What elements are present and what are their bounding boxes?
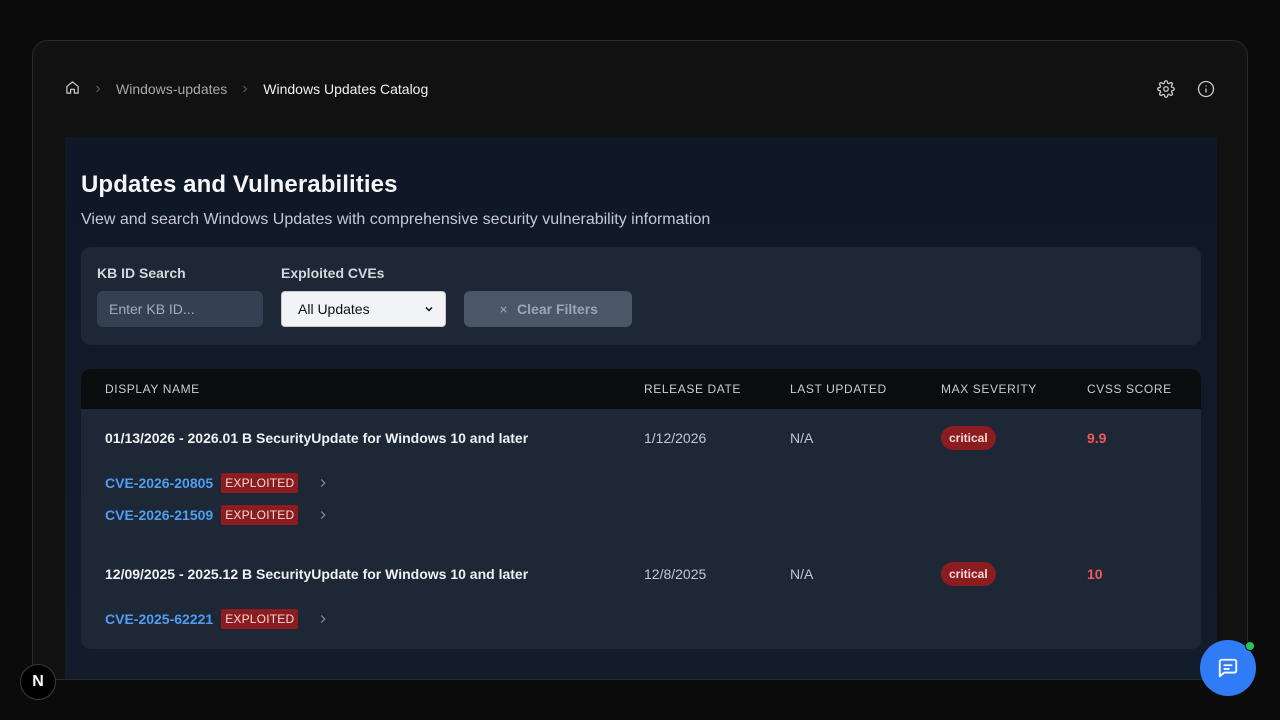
breadcrumb-item-catalog: Windows Updates Catalog [263, 81, 429, 97]
chevron-right-icon [92, 83, 104, 95]
table-row[interactable]: 01/13/2026 - 2026.01 B SecurityUpdate fo… [81, 409, 1201, 545]
header-last-updated[interactable]: LAST UPDATED [790, 382, 941, 396]
clear-filters-button[interactable]: Clear Filters [464, 291, 632, 327]
last-updated: N/A [790, 430, 814, 446]
table-row[interactable]: 12/09/2025 - 2025.12 B SecurityUpdate fo… [81, 545, 1201, 649]
last-updated: N/A [790, 566, 814, 582]
cvss-score: 9.9 [1087, 430, 1107, 446]
release-date: 12/8/2025 [644, 566, 707, 582]
page-subtitle: View and search Windows Updates with com… [81, 211, 711, 228]
list-item: CVE-2025-62221 EXPLOITED [105, 603, 1201, 635]
cve-list: CVE-2025-62221 EXPLOITED [105, 603, 1201, 649]
cvss-score: 10 [1087, 566, 1103, 582]
clear-filters-label: Clear Filters [517, 301, 598, 317]
release-date: 1/12/2026 [644, 430, 707, 446]
chat-button[interactable] [1200, 640, 1256, 696]
table-header: DISPLAY NAME RELEASE DATE LAST UPDATED M… [81, 369, 1201, 409]
exploited-badge: EXPLOITED [221, 505, 299, 525]
header-cvss-score[interactable]: CVSS SCORE [1087, 382, 1187, 396]
breadcrumb-item-windows-updates[interactable]: Windows-updates [116, 81, 227, 97]
update-name: 12/09/2025 - 2025.12 B SecurityUpdate fo… [105, 566, 529, 582]
top-bar: Windows-updates Windows Updates Catalog [33, 41, 1247, 137]
chevron-right-icon[interactable] [316, 612, 330, 626]
header-display-name[interactable]: DISPLAY NAME [105, 382, 644, 396]
list-item: CVE-2026-21509 EXPLOITED [105, 499, 1201, 531]
exploited-badge: EXPLOITED [221, 473, 299, 493]
severity-cell: critical [941, 562, 1087, 586]
online-status-dot [1245, 641, 1255, 651]
exploited-cves-label: Exploited CVEs [281, 265, 385, 281]
exploited-badge: EXPLOITED [221, 609, 299, 629]
breadcrumb: Windows-updates Windows Updates Catalog [65, 80, 428, 98]
row-main: 12/09/2025 - 2025.12 B SecurityUpdate fo… [105, 545, 1201, 603]
update-name: 01/13/2026 - 2026.01 B SecurityUpdate fo… [105, 430, 529, 446]
main-content: Updates and Vulnerabilities View and sea… [65, 137, 1217, 679]
filters-panel: KB ID Search Exploited CVEs All Updates … [81, 247, 1201, 345]
cve-list: CVE-2026-20805 EXPLOITED CVE-2026-21509 … [105, 467, 1201, 545]
app-window: Windows-updates Windows Updates Catalog … [32, 40, 1248, 680]
home-icon[interactable] [65, 80, 80, 98]
severity-cell: critical [941, 426, 1087, 450]
exploited-cves-select[interactable]: All Updates [281, 291, 446, 327]
kb-search-label: KB ID Search [97, 265, 186, 281]
header-release-date[interactable]: RELEASE DATE [644, 382, 790, 396]
severity-badge: critical [941, 426, 996, 450]
cve-link[interactable]: CVE-2026-20805 [105, 475, 213, 491]
updates-table: DISPLAY NAME RELEASE DATE LAST UPDATED M… [81, 369, 1201, 649]
chevron-right-icon[interactable] [316, 476, 330, 490]
header-max-severity[interactable]: MAX SEVERITY [941, 382, 1087, 396]
cve-link[interactable]: CVE-2025-62221 [105, 611, 213, 627]
info-icon[interactable] [1197, 80, 1215, 98]
close-icon [498, 304, 509, 315]
row-main: 01/13/2026 - 2026.01 B SecurityUpdate fo… [105, 409, 1201, 467]
chevron-right-icon [239, 83, 251, 95]
kb-search-group: KB ID Search [97, 265, 263, 327]
select-value: All Updates [298, 301, 370, 317]
list-item: CVE-2026-20805 EXPLOITED [105, 467, 1201, 499]
chevron-down-icon [423, 303, 435, 315]
chat-icon [1217, 657, 1239, 679]
gear-icon[interactable] [1157, 80, 1175, 98]
page-title: Updates and Vulnerabilities [81, 171, 398, 198]
exploited-cves-group: Exploited CVEs All Updates [281, 265, 446, 327]
chevron-right-icon[interactable] [316, 508, 330, 522]
severity-badge: critical [941, 562, 996, 586]
dev-tools-badge[interactable]: N [20, 664, 56, 700]
top-actions [1157, 80, 1215, 98]
kb-search-input[interactable] [97, 291, 263, 327]
cve-link[interactable]: CVE-2026-21509 [105, 507, 213, 523]
